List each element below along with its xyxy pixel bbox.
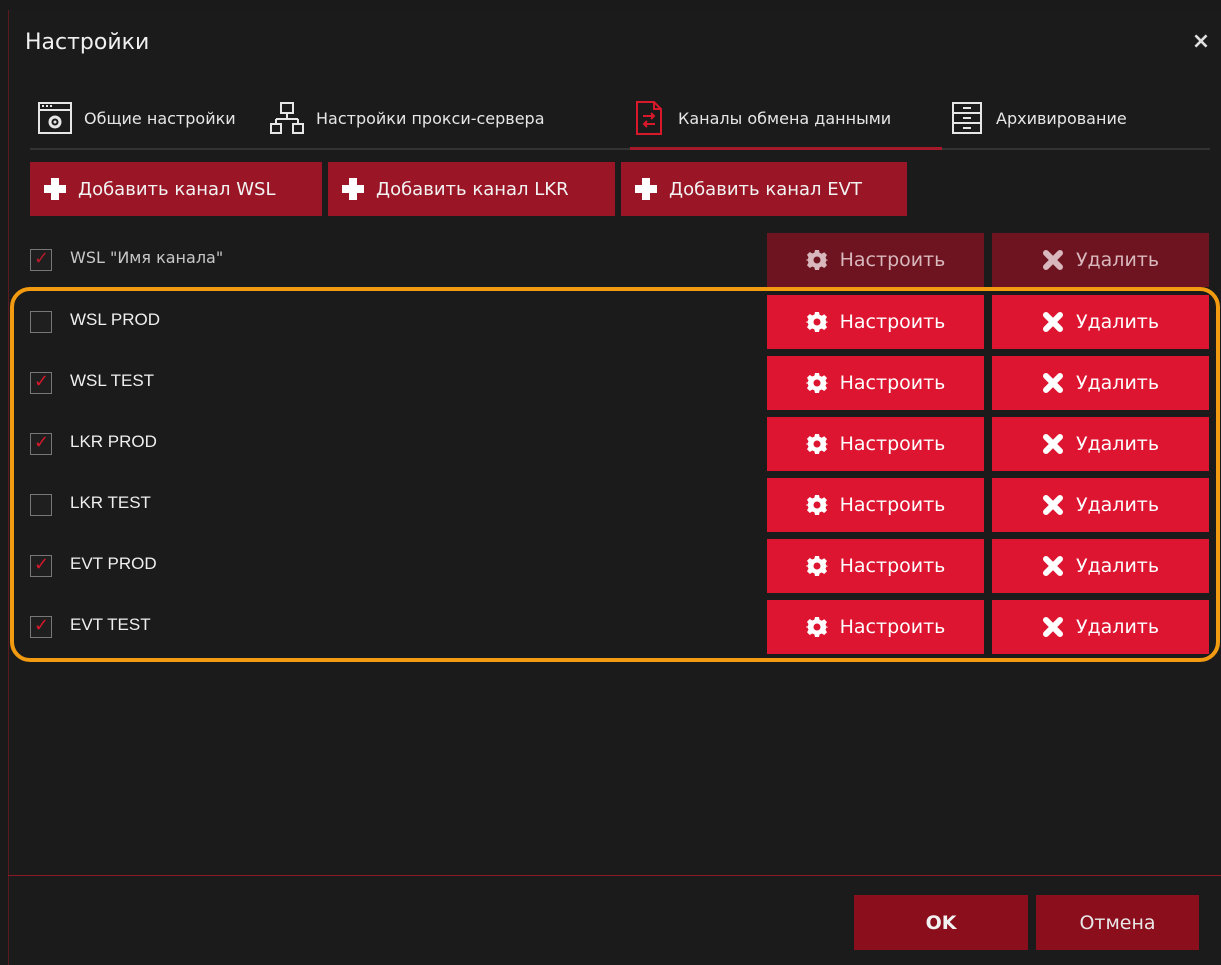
tab-data-channels[interactable]: Каналы обмена данными	[630, 94, 942, 150]
delete-x-icon	[1042, 312, 1063, 332]
template-checkbox[interactable]	[30, 248, 52, 271]
channel-checkbox[interactable]	[30, 615, 52, 638]
configure-button[interactable]: Настроить	[767, 478, 984, 532]
button-label: Настроить	[839, 249, 946, 271]
button-label: Добавить канал EVT	[669, 178, 862, 200]
template-label: WSL "Имя канала"	[70, 248, 224, 267]
channel-row: WSL PROD Настроить Удалить	[30, 295, 1210, 349]
button-label: Удалить	[1075, 616, 1160, 638]
button-label: Добавить канал LKR	[376, 178, 569, 200]
channel-checkbox[interactable]	[30, 432, 52, 455]
plus-icon	[342, 178, 364, 200]
channel-row: LKR TEST Настроить Удалить	[30, 478, 1210, 532]
configure-button[interactable]: Настроить	[767, 417, 984, 471]
gear-icon	[805, 556, 828, 576]
network-icon	[268, 99, 306, 137]
button-label: Настроить	[839, 311, 946, 333]
button-label: Удалить	[1075, 249, 1160, 271]
channel-label: EVT TEST	[70, 615, 151, 634]
button-label: Удалить	[1075, 555, 1160, 577]
button-label: Настроить	[839, 372, 946, 394]
channel-label: WSL TEST	[70, 371, 155, 390]
template-delete-button[interactable]: Удалить	[992, 233, 1209, 287]
channel-row: WSL TEST Настроить Удалить	[30, 356, 1210, 410]
gear-icon	[805, 312, 828, 332]
button-label: Удалить	[1075, 372, 1160, 394]
delete-x-icon	[1042, 556, 1063, 576]
button-label: Удалить	[1075, 433, 1160, 455]
footer-divider	[8, 875, 1221, 876]
configure-button[interactable]: Настроить	[767, 356, 984, 410]
delete-x-icon	[1042, 373, 1063, 393]
delete-x-icon	[1042, 250, 1063, 270]
button-label: Настроить	[839, 555, 946, 577]
delete-x-icon	[1042, 434, 1063, 454]
delete-x-icon	[1042, 617, 1063, 637]
delete-button[interactable]: Удалить	[992, 417, 1209, 471]
template-configure-button[interactable]: Настроить	[767, 233, 984, 287]
add-evt-channel-button[interactable]: Добавить канал EVT	[621, 162, 907, 216]
channel-row: EVT PROD Настроить Удалить	[30, 539, 1210, 593]
tab-general-settings[interactable]: Общие настройки	[36, 94, 236, 142]
cancel-button[interactable]: Отмена	[1036, 895, 1199, 950]
delete-x-icon	[1042, 495, 1063, 515]
delete-button[interactable]: Удалить	[992, 356, 1209, 410]
dialog-title: Настройки	[25, 30, 150, 55]
settings-window-icon	[36, 99, 74, 137]
configure-button[interactable]: Настроить	[767, 600, 984, 654]
channel-label: WSL PROD	[70, 310, 161, 329]
add-lkr-channel-button[interactable]: Добавить канал LKR	[328, 162, 615, 216]
button-label: Настроить	[839, 616, 946, 638]
plus-icon	[635, 178, 657, 200]
channel-checkbox[interactable]	[30, 494, 52, 516]
delete-button[interactable]: Удалить	[992, 539, 1209, 593]
tab-proxy-settings[interactable]: Настройки прокси-сервера	[268, 94, 545, 142]
tab-label: Общие настройки	[84, 108, 236, 128]
delete-button[interactable]: Удалить	[992, 295, 1209, 349]
ok-button[interactable]: OK	[854, 895, 1028, 950]
close-icon[interactable]: ×	[1189, 30, 1213, 54]
configure-button[interactable]: Настроить	[767, 539, 984, 593]
tab-bar: Общие настройки Настройки прокси-сервера…	[30, 88, 1210, 150]
button-label: Удалить	[1075, 311, 1160, 333]
button-label: Настроить	[839, 494, 946, 516]
gear-icon	[805, 250, 828, 270]
channel-checkbox[interactable]	[30, 371, 52, 394]
title-bar: Настройки ×	[9, 10, 1221, 80]
plus-icon	[44, 178, 66, 200]
channel-row: EVT TEST Настроить Удалить	[30, 600, 1210, 654]
tab-label: Настройки прокси-сервера	[316, 108, 545, 128]
gear-icon	[805, 434, 828, 454]
channel-checkbox[interactable]	[30, 554, 52, 577]
channel-label: LKR PROD	[70, 432, 157, 451]
button-label: Настроить	[839, 433, 946, 455]
archive-cabinet-icon	[948, 99, 986, 137]
delete-button[interactable]: Удалить	[992, 478, 1209, 532]
gear-icon	[805, 373, 828, 393]
configure-button[interactable]: Настроить	[767, 295, 984, 349]
delete-button[interactable]: Удалить	[992, 600, 1209, 654]
button-label: Добавить канал WSL	[78, 178, 276, 200]
tab-archiving[interactable]: Архивирование	[948, 94, 1127, 142]
gear-icon	[805, 495, 828, 515]
button-label: Удалить	[1075, 494, 1160, 516]
channel-checkbox[interactable]	[30, 311, 52, 333]
add-wsl-channel-button[interactable]: Добавить канал WSL	[30, 162, 322, 216]
tab-label: Архивирование	[996, 108, 1127, 128]
gear-icon	[805, 617, 828, 637]
channel-label: LKR TEST	[70, 493, 151, 512]
channel-template-row: WSL "Имя канала" Настроить Удалить	[30, 233, 1210, 287]
channel-row: LKR PROD Настроить Удалить	[30, 417, 1210, 471]
channel-label: EVT PROD	[70, 554, 157, 573]
exchange-document-icon	[630, 99, 668, 137]
tab-label: Каналы обмена данными	[678, 108, 892, 128]
